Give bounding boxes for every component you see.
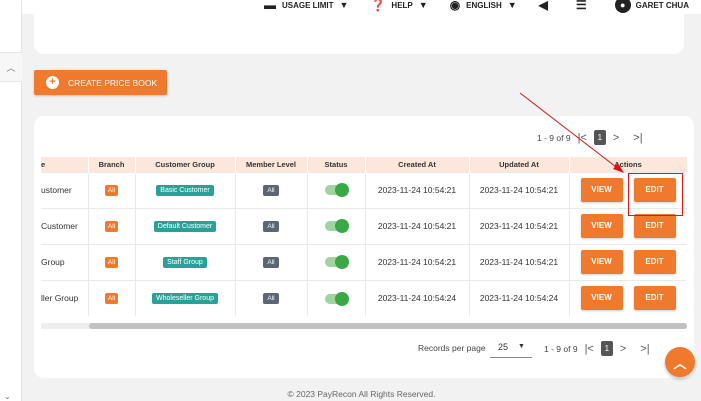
pagination-range: 1 - 9 of 9 xyxy=(544,343,578,354)
records-per-page-value: 25 xyxy=(498,341,509,352)
table-row: Group All Staff Group All 2023-11-24 10:… xyxy=(41,243,687,280)
top-nav: ▬ USAGE LIMIT ▼ ❓ HELP ▼ ◉ ENGLISH ▼ ◀ ☰… xyxy=(242,0,689,13)
scrollbar-thumb[interactable] xyxy=(89,323,687,329)
user-menu[interactable]: ● GARET CHUA xyxy=(614,0,689,13)
column-header-branch[interactable]: Branch xyxy=(88,157,136,172)
column-header-created-at[interactable]: Created At xyxy=(365,157,470,172)
table-row: ustomer All Basic Customer All 2023-11-2… xyxy=(41,171,687,208)
globe-icon: ◉ xyxy=(449,0,461,12)
member-level-badge: All xyxy=(263,257,279,268)
current-page[interactable]: 1 xyxy=(593,130,606,145)
branch-badge: All xyxy=(104,221,119,232)
receipt-icon: ☰ xyxy=(575,0,587,12)
created-at: 2023-11-24 10:54:24 xyxy=(365,279,470,316)
plus-icon: + xyxy=(46,76,59,89)
caret-down-icon: ▼ xyxy=(518,343,525,350)
collapse-toggle[interactable]: ︿ xyxy=(0,52,22,82)
create-price-book-label: CREATE PRICE BOOK xyxy=(68,77,158,88)
language-label: ENGLISH xyxy=(466,0,502,10)
scroll-to-top-button[interactable]: ︿ xyxy=(665,347,695,377)
updated-at: 2023-11-24 10:54:21 xyxy=(469,207,570,244)
price-book-name: Customer xyxy=(41,207,89,244)
usage-limit-menu[interactable]: ▬ USAGE LIMIT ▼ xyxy=(264,0,348,12)
user-avatar-icon: ● xyxy=(614,0,631,13)
chevron-up-icon: ︿ xyxy=(673,355,687,371)
view-button[interactable]: VIEW xyxy=(580,286,623,311)
column-header-actions: Actions xyxy=(569,157,687,172)
filter-panel xyxy=(34,14,684,54)
customer-group-badge: Basic Customer xyxy=(156,185,214,196)
caret-down-icon: ▼ xyxy=(339,0,349,10)
top-bar: ▬ USAGE LIMIT ▼ ❓ HELP ▼ ◉ ENGLISH ▼ ◀ ☰… xyxy=(0,0,701,14)
view-button[interactable]: VIEW xyxy=(580,214,623,238)
first-page-icon[interactable]: |< xyxy=(585,343,594,355)
footer-copyright: © 2023 PayRecon All Rights Reserved. xyxy=(287,389,436,399)
last-page-icon[interactable]: >| xyxy=(633,132,642,144)
caret-down-icon: ▼ xyxy=(507,0,517,10)
edit-button[interactable]: EDIT xyxy=(633,214,676,238)
car-icon: ▬ xyxy=(263,0,276,12)
last-page-icon[interactable]: >| xyxy=(640,343,649,355)
user-name: GARET CHUA xyxy=(635,0,689,10)
price-book-name: ller Group xyxy=(41,279,89,316)
created-at: 2023-11-24 10:54:21 xyxy=(365,207,470,244)
column-header-updated-at[interactable]: Updated At xyxy=(469,157,570,172)
caret-down-icon: ▼ xyxy=(418,0,428,10)
customer-group-badge: Default Customer xyxy=(153,221,217,232)
current-page[interactable]: 1 xyxy=(600,341,613,356)
edit-button[interactable]: EDIT xyxy=(633,286,676,311)
member-level-badge: All xyxy=(263,293,279,305)
megaphone-icon: ◀ xyxy=(538,0,548,12)
first-page-icon[interactable]: |< xyxy=(578,132,587,144)
pagination-top: 1 - 9 of 9 |< 1 > >| xyxy=(537,130,650,145)
status-toggle[interactable] xyxy=(325,219,349,234)
customer-group-badge: Wholeseller Group xyxy=(152,293,218,305)
pagination-bottom: 1 - 9 of 9 |< 1 > >| xyxy=(544,341,657,356)
price-book-table: e Branch Customer Group Member Level Sta… xyxy=(41,157,687,329)
updated-at: 2023-11-24 10:54:24 xyxy=(469,279,570,316)
next-page-icon[interactable]: > xyxy=(613,132,619,144)
branch-badge: All xyxy=(104,185,119,196)
annotation-highlight-box xyxy=(628,173,683,216)
horizontal-scrollbar[interactable] xyxy=(41,323,687,329)
edit-button[interactable]: EDIT xyxy=(633,250,676,274)
price-book-name: ustomer xyxy=(41,171,89,208)
updated-at: 2023-11-24 10:54:21 xyxy=(469,243,570,280)
help-icon: ❓ xyxy=(370,0,386,12)
announcement-button[interactable]: ◀ xyxy=(539,0,554,12)
records-per-page-label: Records per page xyxy=(418,343,486,353)
branch-badge: All xyxy=(104,257,119,268)
member-level-badge: All xyxy=(263,221,279,232)
create-price-book-button[interactable]: + CREATE PRICE BOOK xyxy=(34,70,167,95)
price-book-name: Group xyxy=(41,243,89,280)
table-header: e Branch Customer Group Member Level Sta… xyxy=(41,157,687,172)
records-per-page-select[interactable]: 25 ▼ xyxy=(490,336,532,358)
member-level-badge: All xyxy=(263,185,279,196)
left-rail: ︿ ⌄ xyxy=(0,0,22,401)
pagination-range: 1 - 9 of 9 xyxy=(537,132,571,143)
customer-group-badge: Staff Group xyxy=(163,257,207,268)
status-toggle[interactable] xyxy=(325,291,349,306)
created-at: 2023-11-24 10:54:21 xyxy=(365,171,470,208)
created-at: 2023-11-24 10:54:21 xyxy=(365,243,470,280)
status-toggle[interactable] xyxy=(325,183,349,198)
column-header-name[interactable]: e xyxy=(41,157,89,172)
receipt-button[interactable]: ☰ xyxy=(576,0,593,12)
language-menu[interactable]: ◉ ENGLISH ▼ xyxy=(450,0,517,12)
view-button[interactable]: VIEW xyxy=(580,250,623,274)
column-header-customer-group[interactable]: Customer Group xyxy=(135,157,236,172)
usage-limit-label: USAGE LIMIT xyxy=(281,0,334,10)
table-row: Customer All Default Customer All 2023-1… xyxy=(41,207,687,244)
chevron-up-icon: ︿ xyxy=(6,62,16,73)
status-toggle[interactable] xyxy=(325,255,349,270)
next-page-icon[interactable]: > xyxy=(620,343,626,355)
view-button[interactable]: VIEW xyxy=(580,178,623,202)
column-header-member-level[interactable]: Member Level xyxy=(235,157,308,172)
table-row: ller Group All Wholeseller Group All 202… xyxy=(41,279,687,316)
branch-badge: All xyxy=(104,293,119,305)
help-menu[interactable]: ❓ HELP ▼ xyxy=(370,0,427,12)
help-label: HELP xyxy=(391,0,413,10)
column-header-status[interactable]: Status xyxy=(307,157,366,172)
updated-at: 2023-11-24 10:54:21 xyxy=(469,171,570,208)
